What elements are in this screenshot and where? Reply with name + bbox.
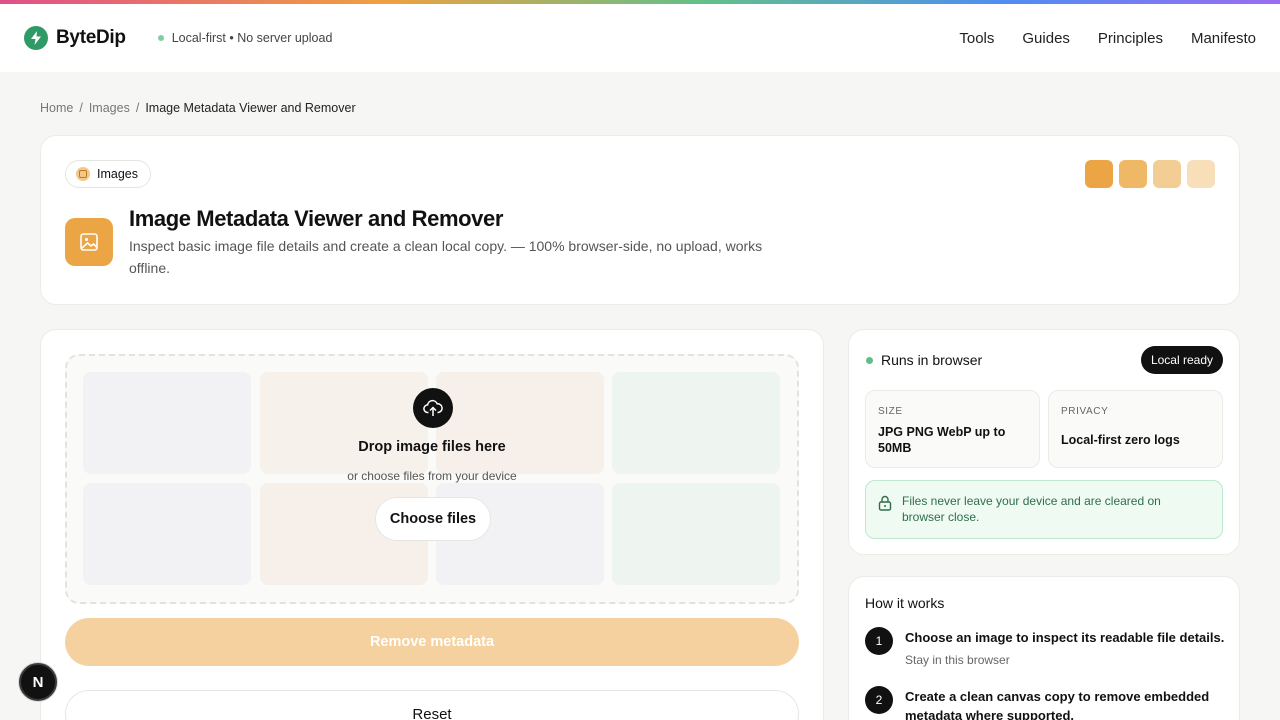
step-number: 2	[865, 686, 893, 714]
breadcrumb-separator: /	[79, 101, 83, 115]
breadcrumb-home[interactable]: Home	[40, 101, 73, 115]
privacy-value: Local-first zero logs	[1061, 433, 1180, 447]
tool-hero-card: Images Image Metadata Viewer and Remover…	[40, 135, 1240, 305]
how-it-works-title: How it works	[865, 595, 945, 611]
image-icon	[65, 218, 113, 266]
swatch	[1085, 160, 1113, 188]
breadcrumb: Home / Images / Image Metadata Viewer an…	[40, 101, 356, 115]
nav-tools[interactable]: Tools	[959, 30, 994, 47]
privacy-notice: Files never leave your device and are cl…	[865, 480, 1223, 539]
preview-tile	[83, 372, 251, 474]
privacy-label: PRIVACY	[1061, 406, 1109, 417]
main-nav: Tools Guides Principles Manifesto	[959, 30, 1256, 47]
nav-guides[interactable]: Guides	[1022, 30, 1070, 47]
preview-tile	[612, 372, 780, 474]
tool-panel: Drop image files here or choose files fr…	[40, 329, 824, 720]
remove-metadata-button[interactable]: Remove metadata	[65, 618, 799, 666]
privacy-stat: PRIVACY Local-first zero logs	[1048, 390, 1223, 468]
runs-in-browser-label: Runs in browser	[881, 352, 983, 368]
cloud-upload-icon	[413, 388, 453, 428]
status-dot-icon	[157, 35, 164, 41]
breadcrumb-current: Image Metadata Viewer and Remover	[145, 101, 356, 115]
dropzone-subtitle: or choose files from your device	[347, 469, 517, 483]
breadcrumb-images[interactable]: Images	[89, 101, 130, 115]
preview-tile	[436, 372, 604, 474]
brand-name[interactable]: ByteDip	[56, 27, 126, 49]
local-first-status: Local-first • No server upload	[171, 31, 333, 45]
category-label: Images	[97, 167, 138, 181]
how-it-works-card: How it works 1 Choose an image to inspec…	[848, 576, 1240, 720]
privacy-notice-text: Files never leave your device and are cl…	[902, 494, 1161, 524]
step-text: Choose an image to inspect its readable …	[905, 630, 1225, 645]
size-label: SIZE	[878, 406, 903, 417]
preview-tile	[260, 372, 428, 474]
swatch	[1153, 160, 1181, 188]
top-navigation: ByteDip Local-first • No server upload T…	[0, 4, 1280, 72]
bolt-logo-icon[interactable]	[24, 26, 48, 50]
nav-principles[interactable]: Principles	[1098, 30, 1163, 47]
local-ready-badge: Local ready	[1140, 346, 1223, 374]
nav-manifesto[interactable]: Manifesto	[1191, 30, 1256, 47]
color-swatches	[1085, 160, 1215, 188]
page-description: Inspect basic image file details and cre…	[129, 238, 763, 276]
file-dropzone[interactable]: Drop image files here or choose files fr…	[65, 354, 799, 604]
category-chip[interactable]: Images	[65, 160, 151, 188]
dev-tools-button[interactable]: N	[19, 663, 57, 701]
page-title: Image Metadata Viewer and Remover	[129, 206, 503, 231]
size-stat: SIZE JPG PNG WebP up to 50MB	[865, 390, 1040, 468]
dropzone-title: Drop image files here	[358, 439, 506, 455]
reset-button[interactable]: Reset	[65, 690, 799, 720]
choose-files-button[interactable]: Choose files	[375, 497, 491, 541]
breadcrumb-separator: /	[135, 101, 140, 115]
size-value: JPG PNG WebP up to 50MB	[878, 425, 1006, 455]
status-dot-icon	[866, 357, 873, 364]
step-number: 1	[865, 627, 893, 655]
preview-tile	[612, 483, 780, 585]
status-card: Runs in browser Local ready SIZE JPG PNG…	[848, 329, 1240, 555]
swatch	[1119, 160, 1147, 188]
step-text: Create a clean canvas copy to remove emb…	[905, 689, 1210, 720]
preview-tile	[83, 483, 251, 585]
swatch	[1187, 160, 1215, 188]
lock-icon	[878, 495, 892, 516]
image-category-icon	[76, 167, 90, 181]
step-subtext: Stay in this browser	[905, 653, 1010, 667]
